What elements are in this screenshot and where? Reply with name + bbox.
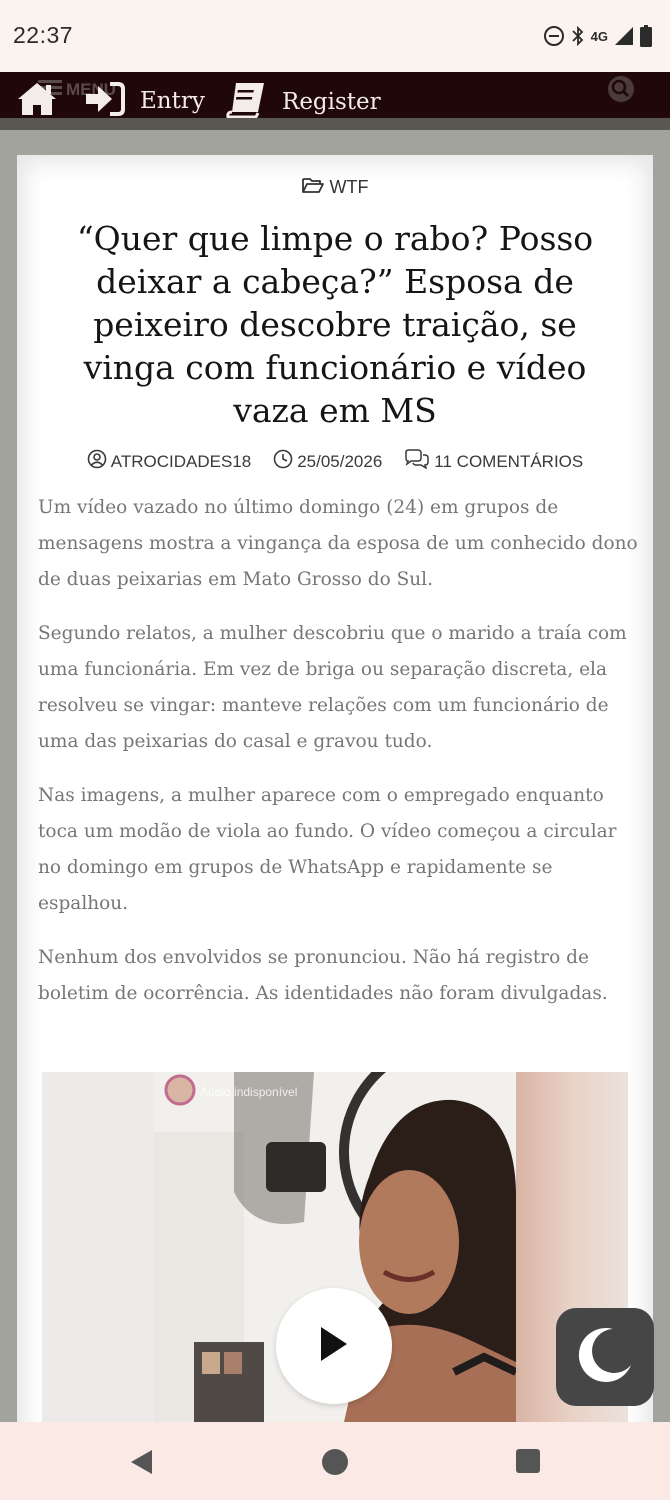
home-button[interactable] [16, 80, 58, 122]
post-date: 25/05/2026 [273, 449, 382, 474]
back-icon [131, 1450, 152, 1474]
paragraph: Nenhum dos envolvidos se pronunciou. Não… [38, 947, 608, 1004]
recents-button[interactable] [515, 1448, 541, 1478]
signal-icon [614, 26, 634, 46]
category-label: WTF [329, 177, 369, 197]
home-icon [16, 80, 58, 122]
user-icon [87, 449, 107, 474]
video-blur-left [42, 1072, 154, 1422]
search-button[interactable] [606, 74, 636, 108]
circle-home-icon [322, 1449, 348, 1475]
back-button[interactable] [128, 1448, 156, 1480]
comments-icon [404, 449, 430, 474]
date-text: 25/05/2026 [297, 451, 383, 471]
article-title: “Quer que limpe o rabo? Posso deixar a c… [76, 219, 594, 430]
home-nav-button[interactable] [321, 1448, 349, 1480]
bluetooth-icon [571, 25, 585, 47]
author-link[interactable]: ATROCIDADES18 [87, 449, 251, 474]
search-icon [606, 76, 636, 108]
status-time: 22:37 [13, 22, 74, 48]
paragraph: Um vídeo vazado no último domingo (24) e… [38, 497, 638, 590]
folder-icon [301, 176, 324, 199]
battery-icon [640, 25, 652, 47]
register-label: Register [282, 89, 381, 115]
article-meta: ATROCIDADES18 25/05/2026 11 COMENTÁRIOS [0, 449, 670, 474]
system-nav-bar [0, 1422, 670, 1500]
play-button[interactable] [276, 1288, 392, 1404]
author-name: ATROCIDADES18 [110, 451, 252, 471]
comments-count: 11 COMENTÁRIOS [434, 451, 584, 471]
article-body: Um vídeo vazado no último domingo (24) e… [38, 490, 638, 1030]
clock-icon [273, 449, 293, 474]
sign-in-icon [84, 80, 126, 122]
status-bar: 22:37 4G [0, 0, 670, 72]
video-overlay-text: Áudio indisponível [200, 1084, 297, 1099]
network-type: 4G [590, 28, 608, 44]
moon-icon [575, 1325, 635, 1389]
header-divider [0, 118, 670, 130]
comments-link[interactable]: 11 COMENTÁRIOS [404, 449, 583, 474]
play-icon [317, 1325, 351, 1367]
do-not-disturb-icon [543, 25, 565, 47]
status-icons: 4G [543, 22, 652, 50]
entry-label: Entry [140, 88, 205, 114]
paragraph: Segundo relatos, a mulher descobriu que … [38, 623, 627, 752]
article-category[interactable]: WTF [0, 176, 670, 199]
site-header: MENU Entry Register [0, 72, 670, 130]
square-recents-icon [516, 1449, 540, 1473]
entry-link[interactable]: Entry [84, 80, 205, 122]
paragraph: Nas imagens, a mulher aparece com o empr… [38, 785, 617, 914]
dark-mode-toggle[interactable] [556, 1308, 654, 1406]
